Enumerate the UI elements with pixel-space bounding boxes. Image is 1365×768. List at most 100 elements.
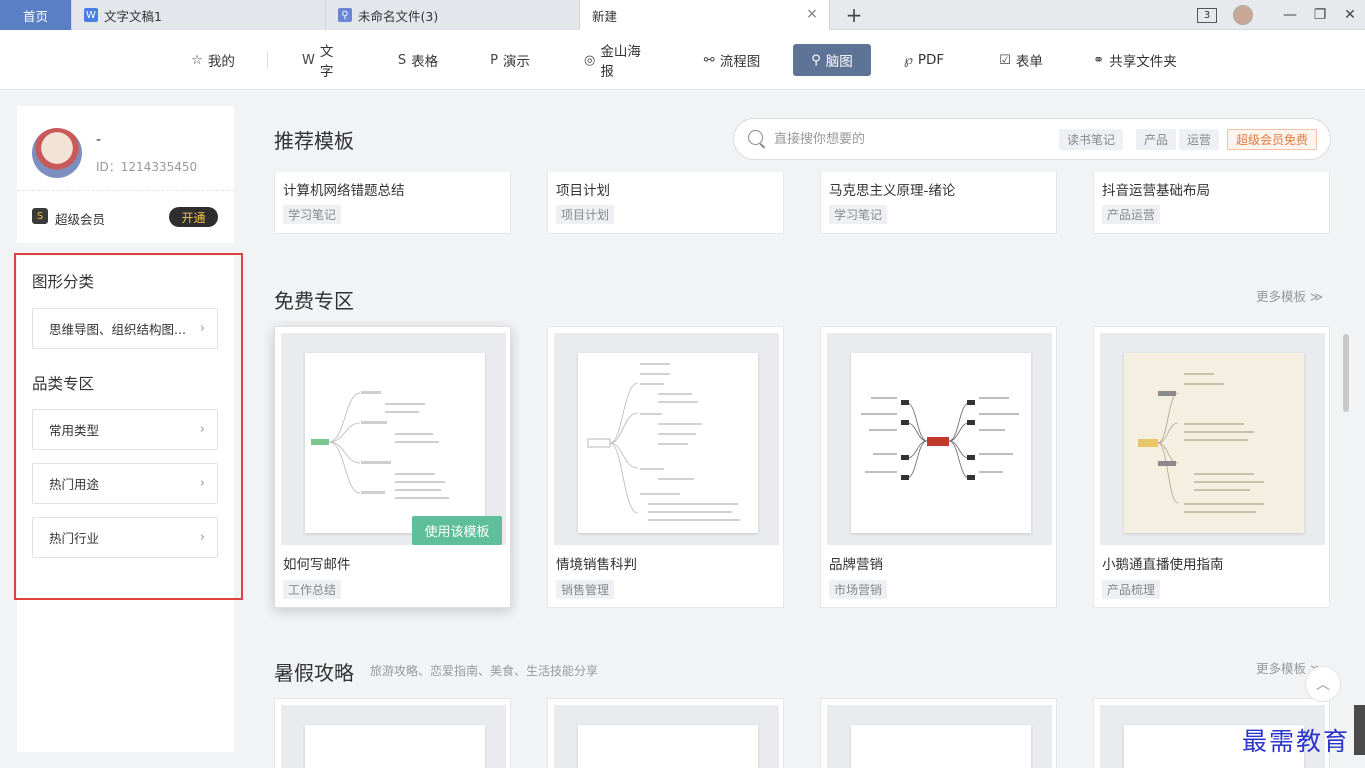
template-card[interactable]: 计算机网络错题总结 学习笔记 (274, 172, 511, 234)
nav-item-label: 脑图 (825, 54, 853, 70)
tab-new[interactable]: 新建 × (580, 0, 830, 30)
restore-icon[interactable]: ❐ (1305, 7, 1335, 23)
watermark: 最需教育 (1242, 727, 1351, 756)
w-icon: W (302, 52, 315, 68)
highlight-box (14, 253, 243, 600)
tab-home-label: 首页 (22, 8, 48, 24)
card-tag: 销售管理 (556, 580, 615, 599)
minimize-icon[interactable]: — (1275, 7, 1305, 23)
vip-icon: S (32, 208, 48, 224)
free-more-link[interactable]: 更多模板 ≫ (1256, 286, 1323, 305)
tab-mindmap-file-label: 未命名文件(3) (358, 8, 439, 24)
card-tag: 产品运营 (1102, 205, 1161, 224)
mindmap-icon: ⚲ (811, 52, 821, 68)
divider (17, 190, 234, 191)
mindmap-file-icon: ⚲ (338, 8, 352, 22)
close-icon[interactable]: × (805, 7, 819, 21)
mindmap-preview (851, 725, 1031, 768)
template-card[interactable]: 情境销售科判 销售管理 (547, 326, 784, 608)
nav-item-label: 表格 (411, 54, 439, 70)
recommended-title: 推荐模板 (274, 129, 354, 153)
user-name: - (96, 132, 102, 148)
p-icon: P (490, 52, 498, 68)
use-template-button[interactable]: 使用该模板 (412, 516, 502, 545)
nav-divider (267, 52, 268, 68)
nav-item-label: 共享文件夹 (1109, 54, 1177, 70)
poster-icon: ◎ (584, 52, 596, 68)
nav-item-pdf[interactable]: ℘ PDF (895, 44, 953, 76)
card-tag: 项目计划 (556, 205, 615, 224)
vip-label: 超级会员 (55, 212, 106, 227)
search-tag-vip-free[interactable]: 超级会员免费 (1227, 129, 1318, 150)
template-card[interactable] (274, 698, 511, 768)
free-zone-title: 免费专区 (274, 289, 354, 313)
card-title: 抖音运营基础布局 (1102, 183, 1210, 199)
search-tag-product[interactable]: 产品 (1136, 129, 1177, 150)
search-tag-reading-notes[interactable]: 读书笔记 (1059, 129, 1124, 150)
vip-open-button[interactable]: 开通 (169, 207, 218, 227)
nav-item-mindmap[interactable]: ⚲ 脑图 (793, 44, 871, 76)
template-card[interactable]: 抖音运营基础布局 产品运营 (1093, 172, 1330, 234)
template-thumbnail (554, 705, 779, 768)
new-tab-button[interactable]: + (843, 3, 865, 27)
nav-item-share-folder[interactable]: ⚭ 共享文件夹 (1083, 44, 1187, 76)
nav-item-form[interactable]: ☑ 表单 (989, 44, 1053, 76)
tab-bar: 首页 W 文字文稿1 ⚲ 未命名文件(3) 新建 × + 3 — ❐ ✕ (0, 0, 1365, 30)
nav-item-label: PDF (917, 52, 945, 68)
nav-item-w[interactable]: W 文字 (292, 44, 356, 80)
window-close-icon[interactable]: ✕ (1335, 7, 1365, 23)
nav-item-poster[interactable]: ◎ 金山海报 (574, 44, 664, 80)
nav-item-p[interactable]: P 演示 (478, 44, 542, 76)
window-count-icon[interactable]: 3 (1197, 7, 1217, 23)
card-tag: 学习笔记 (829, 205, 888, 224)
template-card[interactable]: 品牌营销 市场营销 (820, 326, 1057, 608)
mindmap-preview (851, 353, 1031, 533)
tab-document-label: 文字文稿1 (104, 8, 162, 24)
template-thumbnail (827, 333, 1052, 545)
mindmap-preview (305, 725, 485, 768)
user-avatar-icon[interactable] (1233, 5, 1253, 25)
template-card[interactable]: 小鹅通直播使用指南 产品梳理 (1093, 326, 1330, 608)
template-card[interactable]: 项目计划 项目计划 (547, 172, 784, 234)
nav-item-s[interactable]: S 表格 (386, 44, 450, 76)
share-folder-icon: ⚭ (1093, 52, 1105, 68)
window-controls: 3 — ❐ ✕ (1197, 0, 1365, 30)
mindmap-preview (578, 353, 758, 533)
template-card[interactable]: 马克思主义原理-绪论 学习笔记 (820, 172, 1057, 234)
avatar[interactable] (32, 128, 82, 178)
card-title: 情境销售科判 (556, 557, 637, 573)
tab-home[interactable]: 首页 (0, 0, 72, 30)
search-input[interactable] (774, 129, 1034, 149)
card-tag: 产品梳理 (1102, 580, 1161, 599)
scrollbar[interactable] (1343, 334, 1349, 412)
card-tag: 市场营销 (829, 580, 888, 599)
search-tag-operations[interactable]: 运营 (1179, 129, 1220, 150)
s-icon: S (397, 52, 407, 68)
nav-item-label: 流程图 (719, 54, 761, 70)
card-title: 小鹅通直播使用指南 (1102, 557, 1224, 573)
user-id: ID：1214335450 (96, 160, 198, 174)
profile-card: - ID：1214335450 S 超级会员 开通 (17, 106, 234, 243)
mindmap-preview (578, 725, 758, 768)
card-title: 品牌营销 (829, 557, 883, 573)
nav-item-flowchart[interactable]: ⚯ 流程图 (693, 44, 771, 76)
writer-icon: W (84, 8, 98, 22)
window-count: 3 (1203, 9, 1211, 21)
form-icon: ☑ (999, 52, 1011, 68)
card-title: 计算机网络错题总结 (283, 183, 405, 199)
card-title: 如何写邮件 (283, 557, 351, 573)
nav-item-label: 我的 (207, 54, 235, 70)
template-card[interactable]: 使用该模板 如何写邮件 工作总结 (274, 326, 511, 608)
card-title: 马克思主义原理-绪论 (829, 183, 956, 199)
search-icon (748, 130, 763, 145)
template-card[interactable] (547, 698, 784, 768)
back-to-top-button[interactable]: ︿ (1305, 666, 1341, 702)
template-card[interactable] (820, 698, 1057, 768)
nav-item-label: 金山海报 (600, 44, 641, 80)
tab-document[interactable]: W 文字文稿1 (72, 0, 326, 30)
template-thumbnail (827, 705, 1052, 768)
nav-item-star[interactable]: ☆ 我的 (180, 44, 246, 76)
nav-item-label: 文字 (319, 44, 334, 80)
tab-mindmap-file[interactable]: ⚲ 未命名文件(3) (326, 0, 580, 30)
nav-item-label: 演示 (502, 54, 530, 70)
